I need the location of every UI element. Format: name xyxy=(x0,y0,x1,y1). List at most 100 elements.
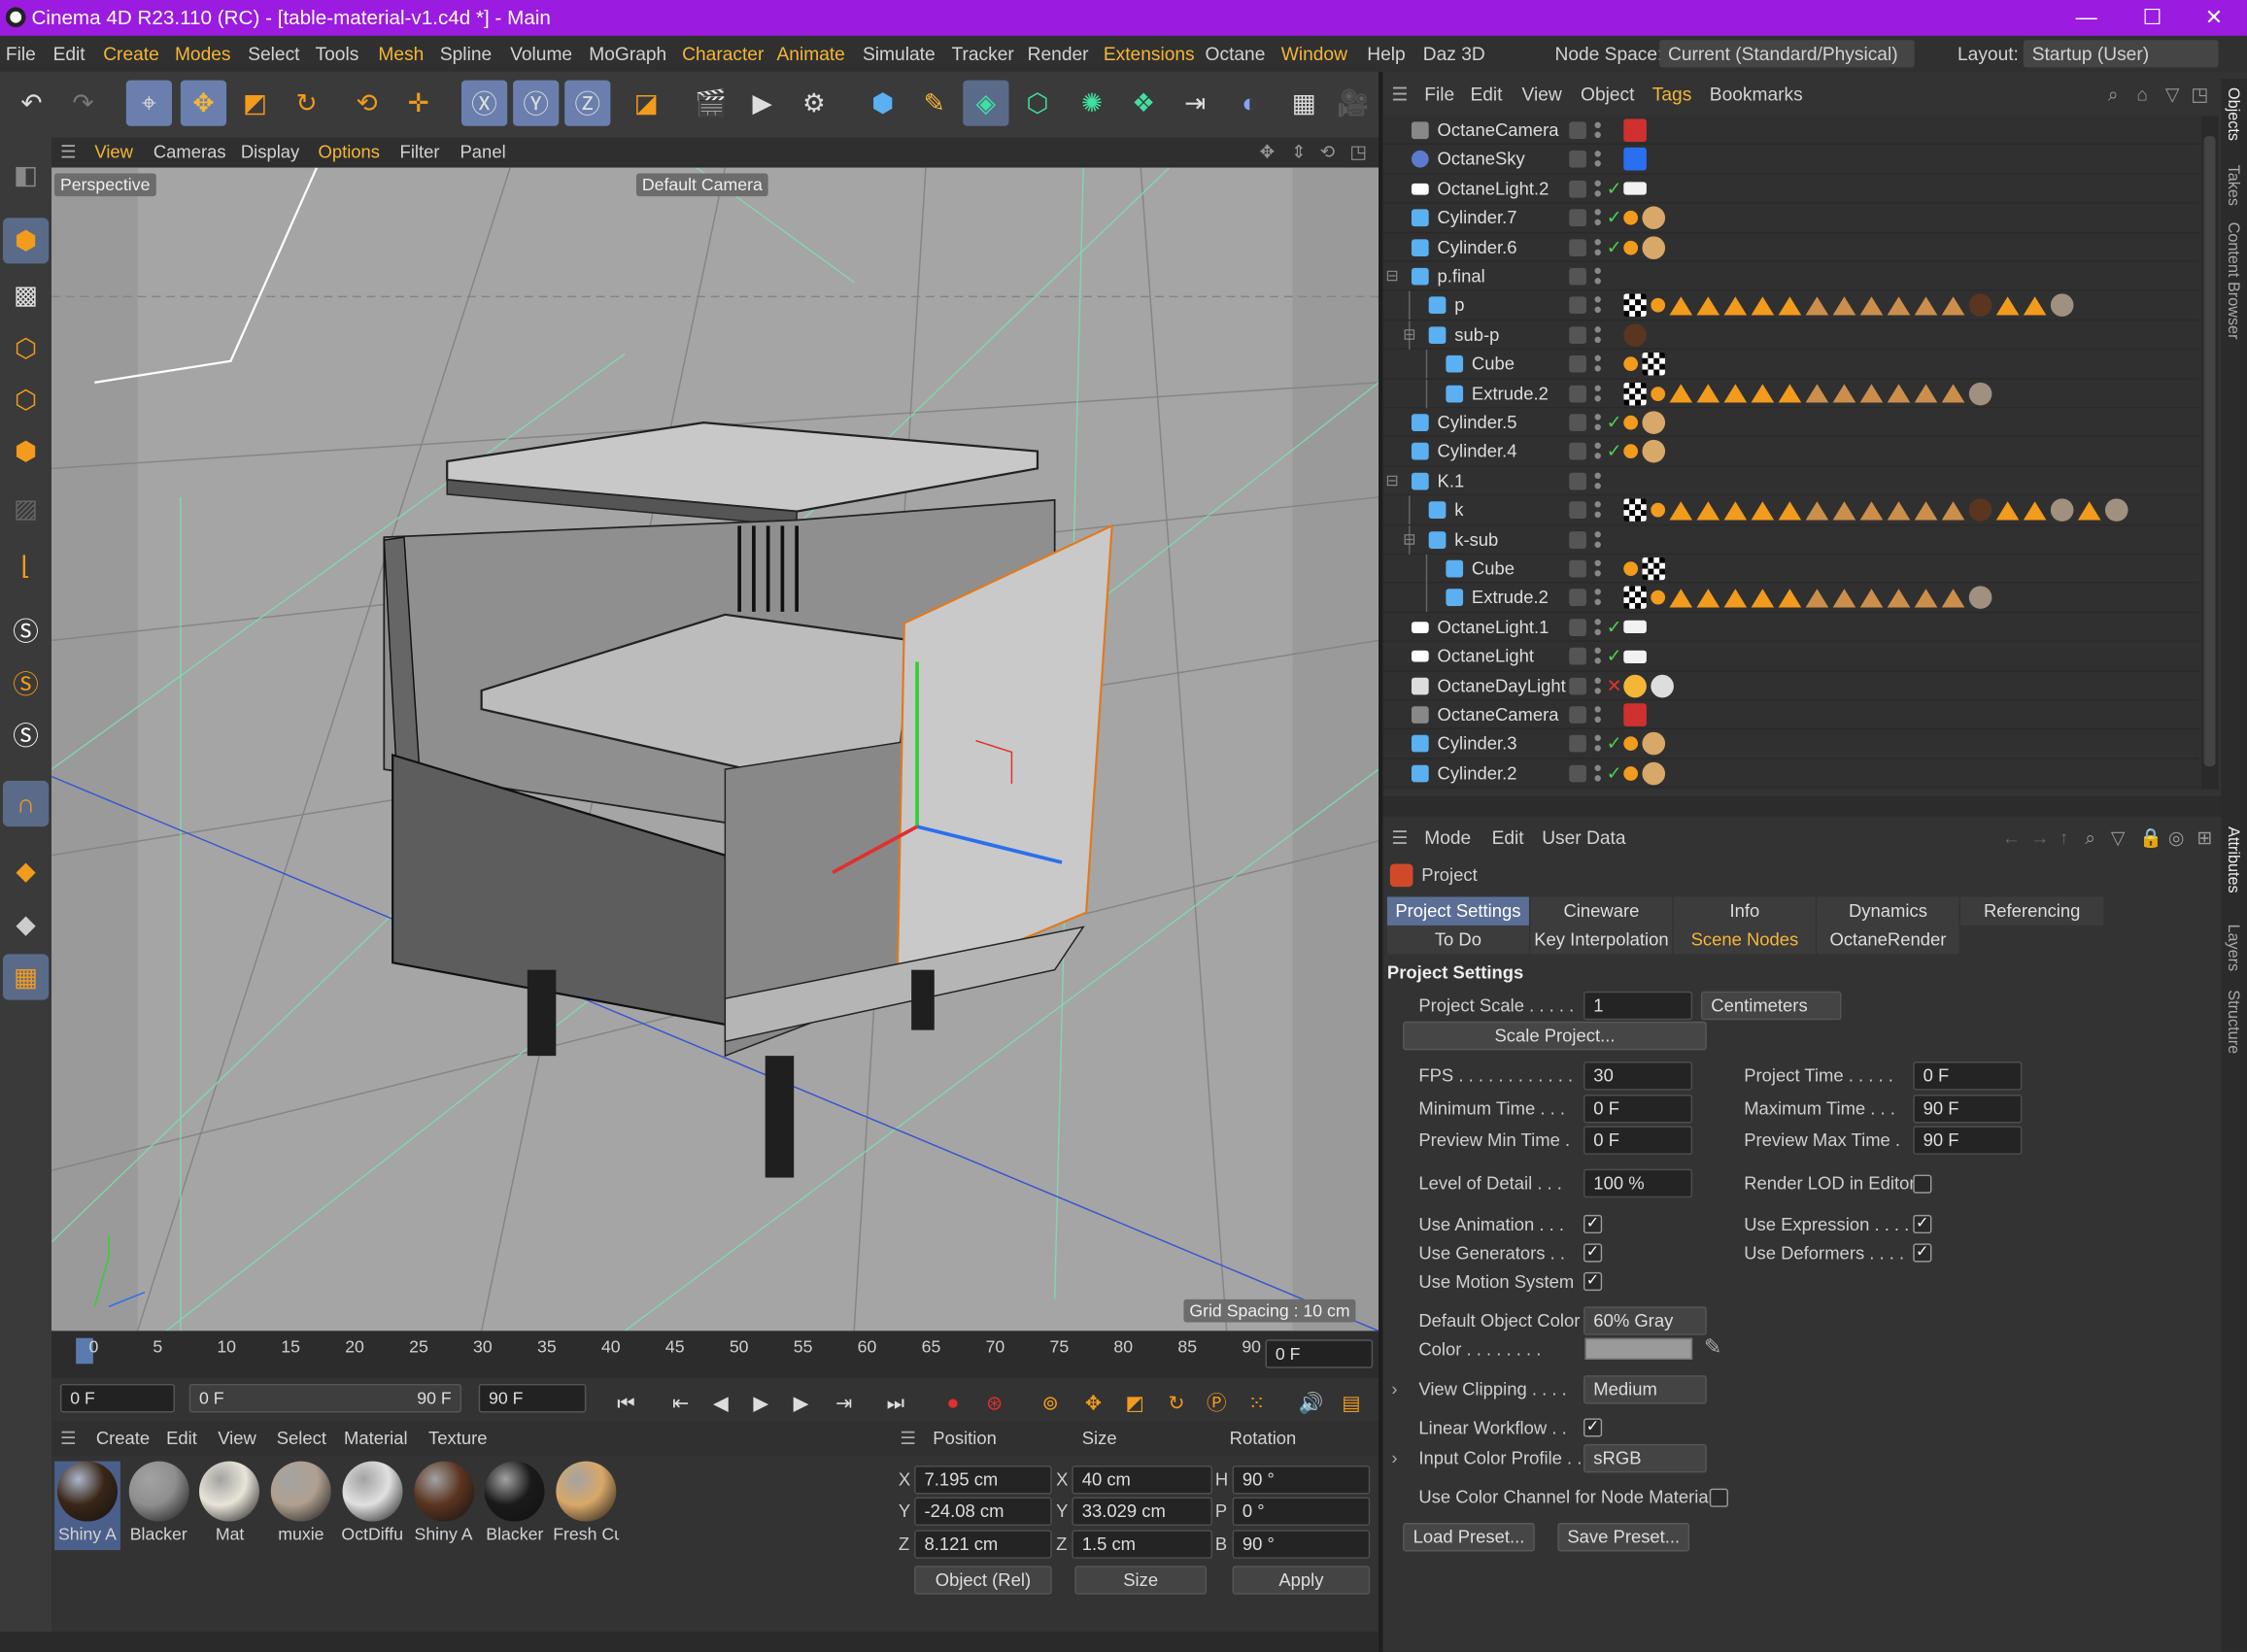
object-row[interactable]: Cylinder.4 ● ● ✓ xyxy=(1382,437,2200,467)
phong-tag-icon[interactable] xyxy=(1651,503,1666,518)
material-tag-icon[interactable] xyxy=(1642,732,1666,756)
size-y-field[interactable]: 33.029 cm xyxy=(1072,1497,1212,1526)
material-swatch[interactable]: Mat xyxy=(197,1461,263,1550)
project-time-field[interactable]: 0 F xyxy=(1913,1062,2023,1091)
phong-tag-icon[interactable] xyxy=(1651,298,1666,314)
material-tag-icon[interactable] xyxy=(1968,293,1992,318)
editor-render-dots-icon[interactable]: ● ● xyxy=(1593,644,1602,668)
attr-lock-icon[interactable]: 🔒 xyxy=(2139,821,2162,855)
texture-tag-icon[interactable] xyxy=(2023,500,2047,521)
prev-frame-icon[interactable]: ◀ xyxy=(705,1387,736,1418)
menu-extensions[interactable]: Extensions xyxy=(1104,36,1195,72)
vp-menu-cameras[interactable]: Cameras xyxy=(153,138,226,168)
material-swatch[interactable]: Shiny A xyxy=(411,1461,477,1550)
texture-tag-icon[interactable] xyxy=(1914,384,1938,403)
layer-visibility-icon[interactable] xyxy=(1569,385,1586,402)
menu-octane[interactable]: Octane xyxy=(1206,36,1266,72)
object-name[interactable]: Cylinder.7 xyxy=(1438,204,1517,233)
snap-icon[interactable]: Ⓢ xyxy=(3,607,49,653)
editor-render-dots-icon[interactable]: ● ● xyxy=(1593,177,1602,201)
side-tab-takes[interactable]: Takes xyxy=(2224,165,2241,206)
texture-tag-icon[interactable] xyxy=(1751,384,1775,403)
octane-light-tag-icon[interactable] xyxy=(1623,650,1647,663)
attr-menu-userdata[interactable]: User Data xyxy=(1542,821,1625,855)
tab-todo[interactable]: To Do xyxy=(1386,925,1529,955)
linear-workflow-checkbox[interactable]: ✓ xyxy=(1583,1418,1603,1437)
menu-render[interactable]: Render xyxy=(1028,36,1089,72)
material-tag-icon[interactable] xyxy=(1642,206,1666,230)
layer-visibility-icon[interactable] xyxy=(1569,326,1586,344)
viewport-hamburger-icon[interactable]: ☰ xyxy=(60,138,77,168)
attr-menu-mode[interactable]: Mode xyxy=(1424,821,1471,855)
texture-tag-icon[interactable] xyxy=(1859,296,1884,316)
texture-tag-icon[interactable] xyxy=(1832,589,1856,608)
tab-key-interpolation[interactable]: Key Interpolation xyxy=(1530,925,1673,955)
layer-visibility-icon[interactable] xyxy=(1569,706,1586,724)
menu-create[interactable]: Create xyxy=(103,36,159,72)
texture-tag-icon[interactable] xyxy=(1887,384,1911,403)
object-name[interactable]: k-sub xyxy=(1454,525,1498,555)
attr-back-icon[interactable]: ← xyxy=(2002,821,2021,855)
layer-visibility-icon[interactable] xyxy=(1569,501,1586,520)
attr-hamburger-icon[interactable]: ☰ xyxy=(1391,821,1408,855)
timeline-ruler[interactable]: 0 5 10 15 20 25 30 35 40 45 50 55 60 65 70 75 80 85 90 0 F xyxy=(51,1331,1379,1379)
expand-icon[interactable]: ⊟ xyxy=(1403,525,1416,555)
eyedropper-icon[interactable]: ✎ xyxy=(1704,1333,1722,1360)
uvw-tag-icon[interactable] xyxy=(1642,556,1666,581)
undo-icon[interactable]: ↶ xyxy=(9,81,54,126)
layer-visibility-icon[interactable] xyxy=(1569,238,1586,256)
key-pla-icon[interactable]: ⁙ xyxy=(1241,1387,1272,1418)
texture-tag-icon[interactable] xyxy=(1914,500,1938,521)
editor-render-dots-icon[interactable]: ● ● xyxy=(1593,761,1602,786)
vp-rotate-icon[interactable]: ⟲ xyxy=(1320,138,1335,168)
snap-enable-icon[interactable]: Ⓢ xyxy=(3,712,49,758)
uv-mode-icon[interactable]: ▨ xyxy=(3,486,49,531)
make-editable-icon[interactable]: ◧ xyxy=(3,152,49,197)
texture-tag-icon[interactable] xyxy=(1751,589,1775,608)
transform-tool-icon[interactable]: ✛ xyxy=(395,81,441,126)
render-view-icon[interactable]: 🎬 xyxy=(688,81,733,126)
menu-help[interactable]: Help xyxy=(1367,36,1405,72)
rotate-tool-icon[interactable]: ↻ xyxy=(284,81,329,126)
texture-tag-icon[interactable] xyxy=(1941,500,1965,521)
camera-label[interactable]: Default Camera xyxy=(635,173,768,197)
layer-visibility-icon[interactable] xyxy=(1569,764,1586,783)
editor-render-dots-icon[interactable]: ● ● xyxy=(1593,264,1602,288)
phong-tag-icon[interactable] xyxy=(1623,444,1639,459)
layer-visibility-icon[interactable] xyxy=(1569,151,1586,169)
texture-tag-icon[interactable] xyxy=(1723,589,1748,608)
texture-tag-icon[interactable] xyxy=(1859,384,1884,403)
texture-tag-icon[interactable] xyxy=(1669,384,1693,403)
texture-tag-icon[interactable] xyxy=(1941,296,1965,316)
editor-render-dots-icon[interactable]: ● ● xyxy=(1593,469,1602,493)
z-axis-icon[interactable]: Ⓩ xyxy=(564,80,611,126)
object-name[interactable]: p.final xyxy=(1438,262,1485,291)
editor-render-dots-icon[interactable]: ● ● xyxy=(1593,732,1602,757)
texture-tag-icon[interactable] xyxy=(1832,500,1856,521)
color-profile-expand-icon[interactable]: › xyxy=(1391,1448,1397,1468)
use-generators-checkbox[interactable]: ✓ xyxy=(1583,1243,1603,1263)
texture-tag-icon[interactable] xyxy=(1995,500,2020,521)
side-tab-structure[interactable]: Structure xyxy=(2224,990,2241,1054)
mograph-icon[interactable]: ❖ xyxy=(1121,81,1167,126)
min-time-field[interactable]: 0 F xyxy=(1583,1094,1693,1124)
save-preset-button[interactable]: Save Preset... xyxy=(1557,1523,1690,1552)
x-axis-icon[interactable]: Ⓧ xyxy=(460,80,508,126)
obj-home-icon[interactable]: ⌂ xyxy=(2136,79,2148,110)
input-color-profile-dropdown[interactable]: sRGB xyxy=(1583,1443,1707,1473)
object-row[interactable]: Cylinder.6 ● ● ✓ xyxy=(1382,233,2200,262)
menu-modes[interactable]: Modes xyxy=(175,36,231,72)
expand-icon[interactable]: ⊟ xyxy=(1403,320,1416,350)
texture-tag-icon[interactable] xyxy=(1696,296,1720,316)
max-time-field[interactable]: 90 F xyxy=(1913,1094,2023,1124)
material-swatch[interactable]: OctDiffu xyxy=(339,1461,405,1550)
attr-target-icon[interactable]: ◎ xyxy=(2168,821,2185,855)
material-tag-icon[interactable] xyxy=(1623,323,1647,347)
octane-sky-tag-icon[interactable] xyxy=(1623,148,1647,172)
vp-menu-panel[interactable]: Panel xyxy=(460,138,506,168)
layer-visibility-icon[interactable] xyxy=(1569,443,1586,461)
vp-menu-options[interactable]: Options xyxy=(318,138,380,168)
play-icon[interactable]: ▶ xyxy=(745,1387,776,1418)
layer-visibility-icon[interactable] xyxy=(1569,735,1586,754)
y-axis-icon[interactable]: Ⓨ xyxy=(513,80,560,126)
